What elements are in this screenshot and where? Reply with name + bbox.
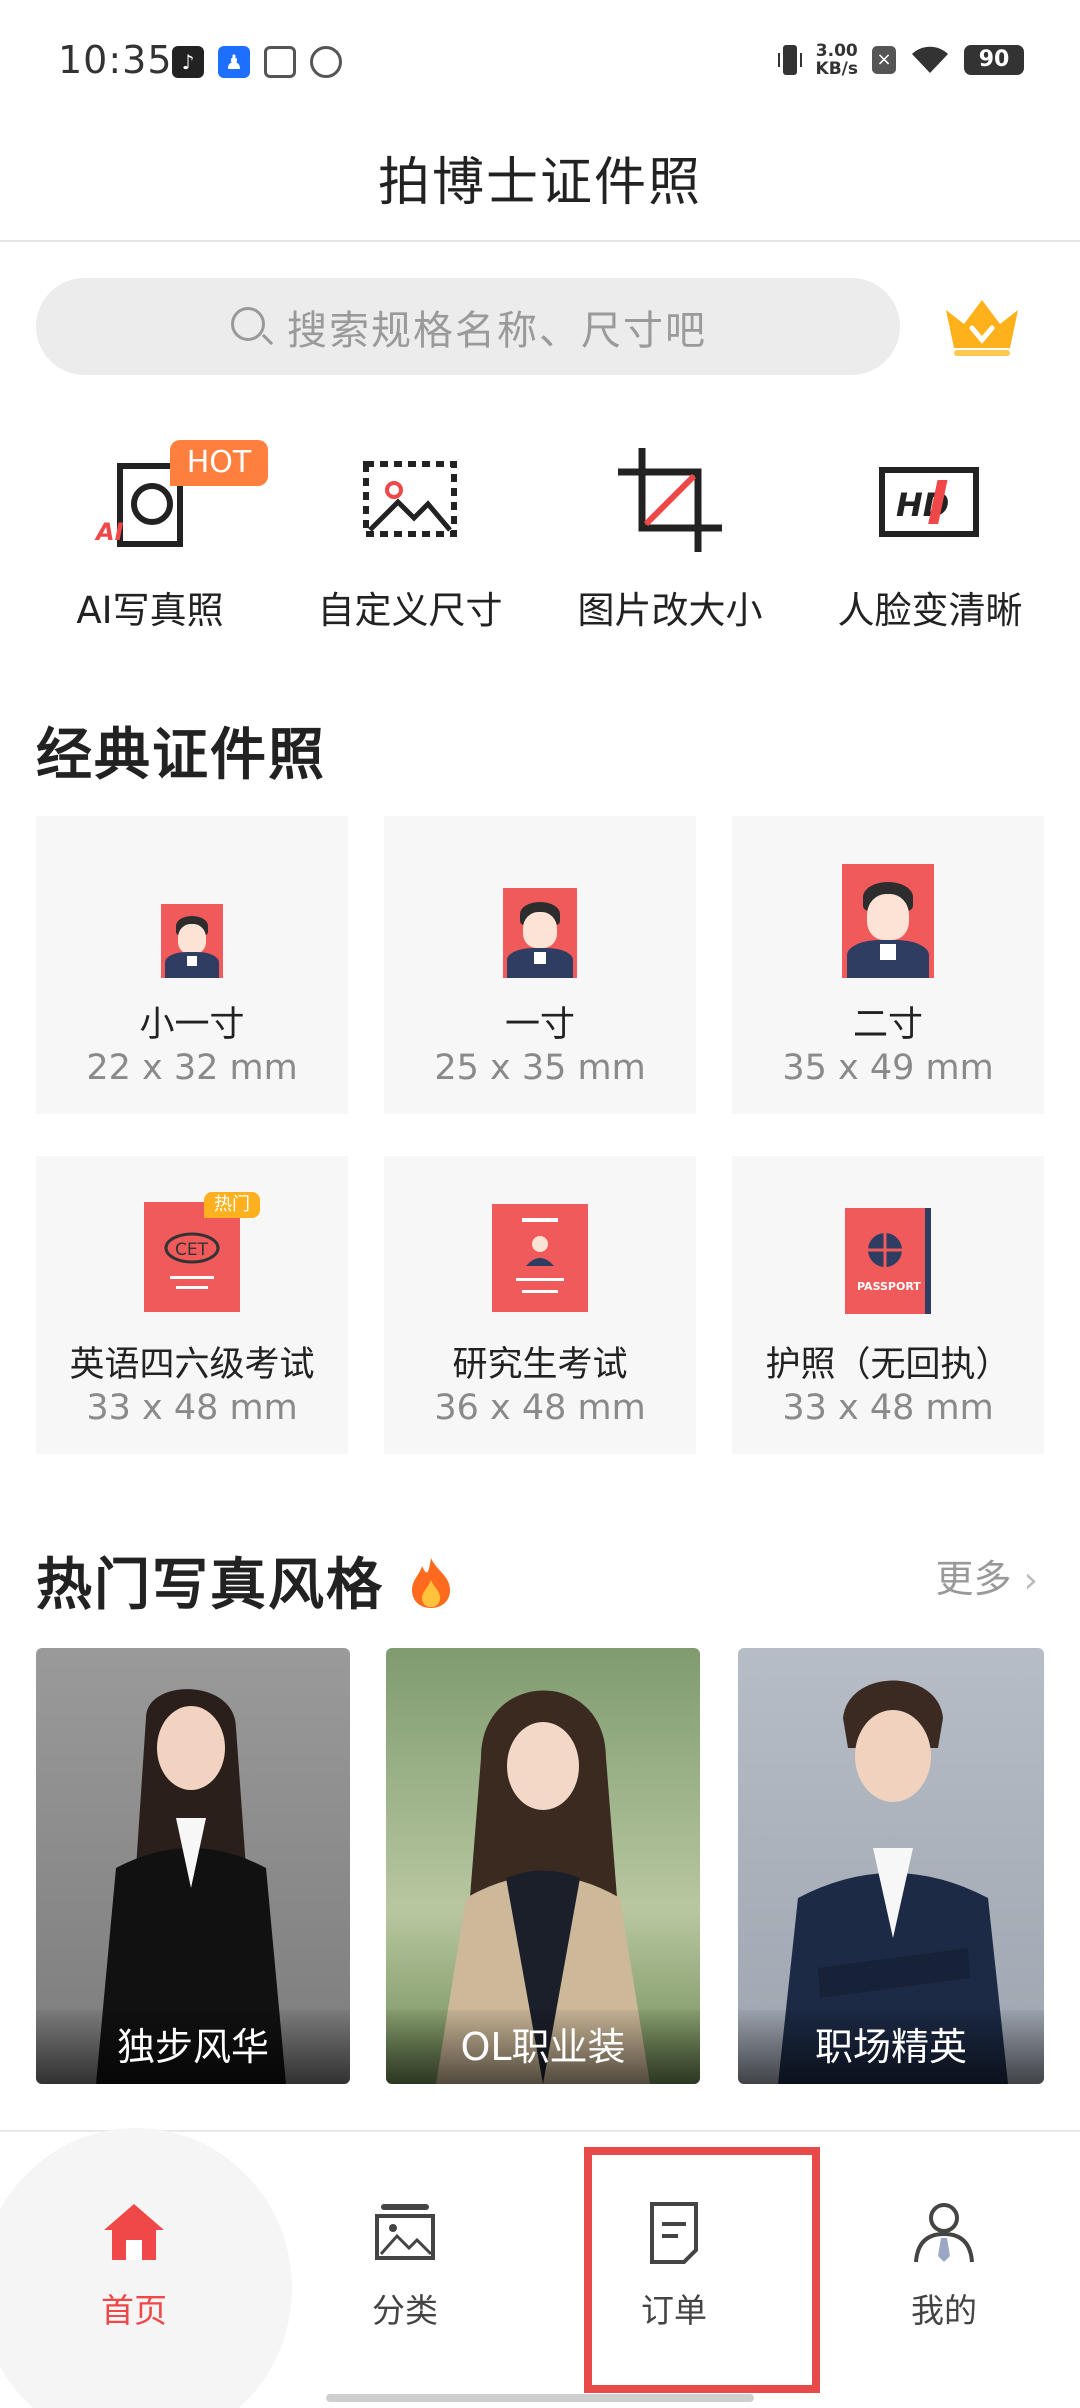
exam-form-icon <box>492 1204 588 1312</box>
card-size: 33 x 48 mm <box>782 1388 994 1428</box>
style-label: OL职业装 <box>386 2010 700 2084</box>
nav-label: 分类 <box>372 2291 438 2330</box>
style-card[interactable]: 职场精英 <box>738 1648 1044 2084</box>
profile-icon <box>912 2200 976 2264</box>
card-size: 25 x 35 mm <box>434 1048 646 1088</box>
style-card[interactable]: 独步风华 <box>36 1648 350 2084</box>
home-indicator[interactable] <box>326 2394 754 2402</box>
cet-exam-icon: CET <box>144 1202 240 1312</box>
tiktok-icon: ♪ <box>172 46 204 78</box>
nav-label: 首页 <box>101 2291 167 2330</box>
fire-icon <box>384 1553 456 1618</box>
search-placeholder: 搜索规格名称、尺寸吧 <box>287 307 707 354</box>
portrait-icon <box>503 888 577 978</box>
page-title: 拍博士证件照 <box>377 153 702 213</box>
nav-label: 我的 <box>911 2291 977 2330</box>
ai-icon-text: AI <box>94 518 124 546</box>
nav-home[interactable]: 首页 <box>34 2200 234 2332</box>
leaf-icon <box>310 46 342 78</box>
portrait-icon <box>161 904 223 978</box>
nav-profile[interactable]: 我的 <box>844 2200 1044 2332</box>
more-styles-link[interactable]: 更多 › <box>935 1548 1038 1603</box>
cet-icon-text: CET <box>175 1240 209 1260</box>
vibrate-icon <box>777 45 802 75</box>
network-speed-value: 3.00 <box>815 41 858 61</box>
card-title: 二寸 <box>852 1005 923 1045</box>
card-size: 33 x 48 mm <box>86 1388 298 1428</box>
style-label: 职场精英 <box>738 2010 1044 2084</box>
tool-ai-portrait[interactable]: AI HOT AI写真照 <box>20 440 280 634</box>
tool-label: 图片改大小 <box>577 589 763 632</box>
search-icon <box>229 305 274 349</box>
home-icon <box>102 2200 166 2264</box>
crop-icon <box>610 440 730 560</box>
header-divider <box>0 240 1080 242</box>
status-time: 10:35 <box>58 38 173 82</box>
styles-title-text: 热门写真风格 <box>36 1553 384 1618</box>
hd-icon: HD <box>870 440 990 560</box>
passport-icon-text: PASSPORT <box>857 1280 921 1293</box>
more-label: 更多 <box>935 1557 1012 1601</box>
wifi-icon <box>912 46 948 73</box>
quick-tools: AI HOT AI写真照 自定义尺寸 图片改大小 HD 人脸变清晰 <box>0 440 1080 640</box>
custom-size-icon <box>350 440 470 560</box>
status-indicators: 3.00 KB/s × 90 <box>777 42 1024 78</box>
no-sim-icon: × <box>872 46 896 74</box>
search-bar[interactable]: 搜索规格名称、尺寸吧 <box>36 278 900 375</box>
id-photo-card[interactable]: PASSPORT 护照（无回执） 33 x 48 mm <box>732 1156 1044 1454</box>
vip-crown-icon[interactable] <box>942 294 1022 358</box>
id-photo-card[interactable]: 二寸 35 x 49 mm <box>732 816 1044 1114</box>
tool-custom-size[interactable]: 自定义尺寸 <box>280 440 540 634</box>
id-photo-card[interactable]: CET 热门 英语四六级考试 33 x 48 mm <box>36 1156 348 1454</box>
wallet-icon <box>264 46 296 78</box>
tool-face-enhance[interactable]: HD 人脸变清晰 <box>800 440 1060 634</box>
app-notification-icon: ♟ <box>218 46 250 78</box>
card-size: 36 x 48 mm <box>434 1388 646 1428</box>
network-speed: 3.00 KB/s <box>816 42 858 78</box>
highlight-annotation-box <box>584 2147 820 2393</box>
styles-section-title: 热门写真风格 <box>36 1540 456 1621</box>
card-title: 英语四六级考试 <box>69 1345 315 1385</box>
chevron-right-icon: › <box>1023 1560 1038 1601</box>
id-photo-card[interactable]: 研究生考试 36 x 48 mm <box>384 1156 696 1454</box>
card-title: 护照（无回执） <box>765 1345 1011 1385</box>
id-photo-card[interactable]: 小一寸 22 x 32 mm <box>36 816 348 1114</box>
category-icon <box>373 2200 437 2264</box>
style-label: 独步风华 <box>36 2010 350 2084</box>
hot-badge: HOT <box>170 440 268 486</box>
card-size: 35 x 49 mm <box>782 1048 994 1088</box>
status-bar: 10:35 ♪ ♟ 3.00 KB/s × 90 <box>0 0 1080 110</box>
nav-category[interactable]: 分类 <box>305 2200 505 2332</box>
card-size: 22 x 32 mm <box>86 1048 298 1088</box>
tool-resize-image[interactable]: 图片改大小 <box>540 440 800 634</box>
hot-tag: 热门 <box>204 1192 260 1218</box>
id-photo-card[interactable]: 一寸 25 x 35 mm <box>384 816 696 1114</box>
card-title: 研究生考试 <box>452 1345 628 1385</box>
style-card[interactable]: OL职业装 <box>386 1648 700 2084</box>
portrait-icon <box>842 864 934 978</box>
passport-icon: PASSPORT <box>845 1208 931 1314</box>
card-title: 一寸 <box>504 1005 575 1045</box>
network-speed-unit: KB/s <box>815 59 858 79</box>
tool-label: AI写真照 <box>76 589 224 632</box>
tool-label: 人脸变清晰 <box>837 589 1023 632</box>
status-app-icons: ♪ ♟ <box>172 46 342 78</box>
card-title: 小一寸 <box>139 1005 245 1045</box>
classic-section-title: 经典证件照 <box>36 723 326 788</box>
tool-label: 自定义尺寸 <box>317 589 503 632</box>
battery-indicator: 90 <box>964 45 1024 75</box>
